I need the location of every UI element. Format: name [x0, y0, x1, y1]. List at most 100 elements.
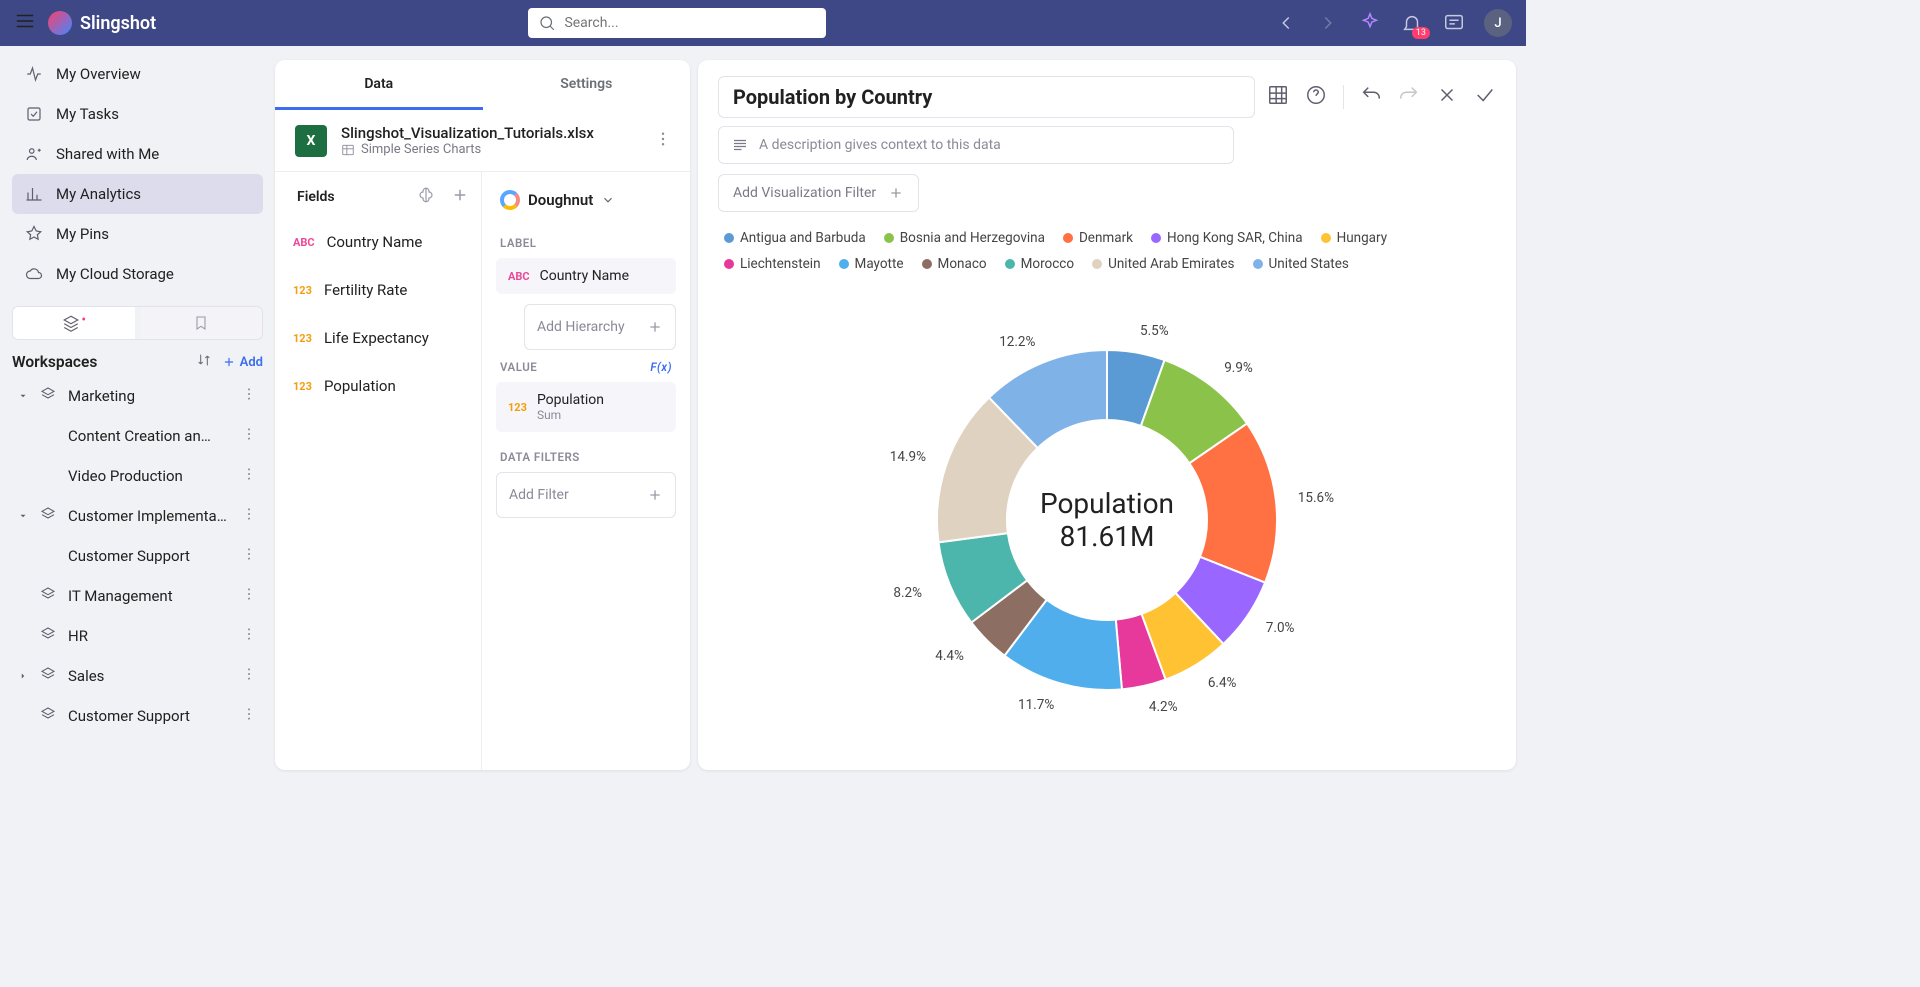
plus-icon: [888, 185, 904, 201]
workspace-menu-icon[interactable]: [241, 546, 257, 566]
notifications-icon[interactable]: 13: [1400, 11, 1424, 35]
workspace-item[interactable]: IT Management: [12, 576, 263, 616]
search-field[interactable]: [564, 15, 816, 31]
legend-swatch: [1253, 259, 1263, 269]
legend-swatch: [922, 259, 932, 269]
redo-icon[interactable]: [1398, 84, 1420, 110]
workspace-menu-icon[interactable]: [241, 426, 257, 446]
file-sheet: Simple Series Charts: [341, 142, 640, 157]
workspace-menu-icon[interactable]: [241, 586, 257, 606]
help-icon[interactable]: [1305, 84, 1327, 110]
file-menu-icon[interactable]: [654, 130, 672, 152]
add-viz-filter-button[interactable]: Add Visualization Filter: [718, 174, 919, 212]
workspace-menu-icon[interactable]: [241, 506, 257, 526]
undo-icon[interactable]: [1360, 84, 1382, 110]
label-chip[interactable]: ABC Country Name: [496, 258, 676, 294]
sidebar: My OverviewMy TasksShared with MeMy Anal…: [0, 46, 275, 784]
field-item[interactable]: 123Population: [275, 362, 481, 410]
fx-button[interactable]: F(x): [650, 360, 672, 374]
visualization-panel: Population by Country A description give…: [698, 60, 1516, 770]
legend-swatch: [724, 259, 734, 269]
legend-item[interactable]: Antigua and Barbuda: [724, 230, 866, 246]
legend-swatch: [1151, 233, 1161, 243]
nav-item-shared[interactable]: Shared with Me: [12, 134, 263, 174]
legend-item[interactable]: Denmark: [1063, 230, 1133, 246]
field-item[interactable]: 123Life Expectancy: [275, 314, 481, 362]
search-input[interactable]: [528, 8, 826, 38]
sort-icon[interactable]: [196, 352, 212, 372]
123-icon: 123: [293, 380, 312, 393]
workspace-sub-item[interactable]: Customer Support: [12, 536, 263, 576]
avatar[interactable]: J: [1484, 9, 1512, 37]
legend-item[interactable]: Monaco: [922, 256, 987, 272]
close-icon[interactable]: [1436, 84, 1458, 110]
brand[interactable]: Slingshot: [48, 11, 156, 35]
nav-item-tasks[interactable]: My Tasks: [12, 94, 263, 134]
workspace-item[interactable]: Marketing: [12, 376, 263, 416]
legend-item[interactable]: United States: [1253, 256, 1349, 272]
chevron-icon: [18, 387, 30, 405]
legend-item[interactable]: Liechtenstein: [724, 256, 821, 272]
workspace-item[interactable]: Sales: [12, 656, 263, 696]
doughnut-icon: [500, 190, 520, 210]
slice-label: 11.7%: [1018, 697, 1054, 713]
workspace-item[interactable]: HR: [12, 616, 263, 656]
chat-icon[interactable]: [1442, 11, 1466, 35]
tab-settings[interactable]: Settings: [483, 60, 691, 110]
table-icon: [341, 143, 355, 157]
workspace-menu-icon[interactable]: [241, 626, 257, 646]
filters-section-header: DATA FILTERS: [500, 450, 672, 464]
add-field-icon[interactable]: [451, 186, 469, 208]
workspace-menu-icon[interactable]: [241, 706, 257, 726]
legend-item[interactable]: Hungary: [1321, 230, 1388, 246]
field-item[interactable]: ABCCountry Name: [275, 218, 481, 266]
legend-item[interactable]: Hong Kong SAR, China: [1151, 230, 1303, 246]
nav-item-overview[interactable]: My Overview: [12, 54, 263, 94]
nav-forward-icon[interactable]: [1316, 11, 1340, 35]
legend-item[interactable]: Bosnia and Herzegovina: [884, 230, 1045, 246]
value-chip[interactable]: 123 Population Sum: [496, 382, 676, 432]
lines-icon: [731, 136, 749, 154]
workspace-item[interactable]: Customer Support: [12, 696, 263, 736]
workspace-sub-item[interactable]: Video Production: [12, 456, 263, 496]
cloud-icon: [24, 265, 44, 283]
layers-icon: [40, 506, 58, 526]
workspace-item[interactable]: Customer Implementa…: [12, 496, 263, 536]
excel-icon: X: [295, 125, 327, 157]
legend-item[interactable]: Mayotte: [839, 256, 904, 272]
viz-description-input[interactable]: A description gives context to this data: [718, 126, 1234, 164]
nav-item-pins[interactable]: My Pins: [12, 214, 263, 254]
sparkle-icon[interactable]: [1358, 11, 1382, 35]
layers-icon: [40, 386, 58, 406]
bookmark-toggle[interactable]: [141, 307, 263, 339]
field-item[interactable]: 123Fertility Rate: [275, 266, 481, 314]
file-name: Slingshot_Visualization_Tutorials.xlsx: [341, 124, 640, 142]
workspace-menu-icon[interactable]: [241, 466, 257, 486]
legend-item[interactable]: Morocco: [1005, 256, 1074, 272]
brand-logo-icon: [48, 11, 72, 35]
hamburger-icon[interactable]: [14, 10, 36, 36]
nav-back-icon[interactable]: [1274, 11, 1298, 35]
grid-icon[interactable]: [1267, 84, 1289, 110]
confirm-icon[interactable]: [1474, 84, 1496, 110]
legend-swatch: [839, 259, 849, 269]
workspaces-header: Workspaces Add: [12, 352, 263, 372]
add-workspace-button[interactable]: Add: [222, 355, 263, 370]
legend-item[interactable]: United Arab Emirates: [1092, 256, 1234, 272]
workspace-menu-icon[interactable]: [241, 386, 257, 406]
add-filter-button[interactable]: Add Filter: [496, 472, 676, 518]
123-icon: 123: [293, 332, 312, 345]
tab-data[interactable]: Data: [275, 60, 483, 110]
nav-item-cloud[interactable]: My Cloud Storage: [12, 254, 263, 294]
workspace-sub-item[interactable]: Content Creation an…: [12, 416, 263, 456]
layers-toggle[interactable]: •: [13, 307, 135, 339]
brain-icon[interactable]: [417, 186, 435, 208]
workspace-menu-icon[interactable]: [241, 666, 257, 686]
add-hierarchy-button[interactable]: Add Hierarchy: [524, 304, 676, 350]
value-section-header: VALUE F(x): [500, 360, 672, 374]
viz-title-input[interactable]: Population by Country: [718, 76, 1255, 118]
nav-item-analytics[interactable]: My Analytics: [12, 174, 263, 214]
slice-label: 14.9%: [890, 449, 926, 465]
slice-label: 8.2%: [893, 585, 922, 601]
chart-type-selector[interactable]: Doughnut: [496, 184, 676, 226]
